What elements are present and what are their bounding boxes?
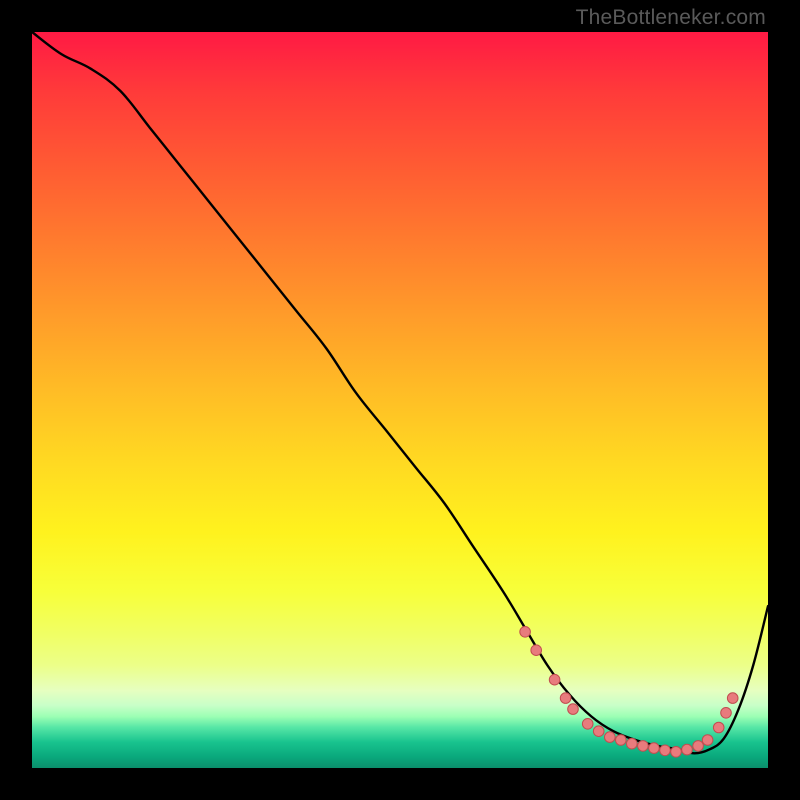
curve-dot (582, 719, 593, 730)
curve-dot (560, 693, 571, 704)
curve-dot (616, 735, 627, 746)
curve-dot (531, 645, 542, 656)
curve-dot (568, 704, 579, 715)
curve-dot (713, 722, 724, 733)
curve-dot (702, 735, 713, 746)
curve-dot (627, 738, 638, 749)
curve-dot (693, 741, 704, 752)
attribution-text: TheBottleneker.com (576, 6, 766, 30)
curve-dot (549, 674, 560, 685)
curve-dot (682, 744, 693, 755)
curve-dot (660, 745, 671, 756)
chart-svg (32, 32, 768, 768)
curve-dot (520, 627, 531, 638)
curve-dot (727, 693, 738, 704)
curve-dot (671, 747, 682, 758)
curve-dot (593, 726, 604, 737)
curve-dot (721, 708, 732, 719)
chart-plot-area (32, 32, 768, 768)
curve-dot (605, 732, 616, 743)
chart-frame: TheBottleneker.com (0, 0, 800, 800)
curve-dot (649, 743, 660, 754)
curve-dot (638, 741, 649, 752)
bottleneck-curve (32, 32, 768, 753)
